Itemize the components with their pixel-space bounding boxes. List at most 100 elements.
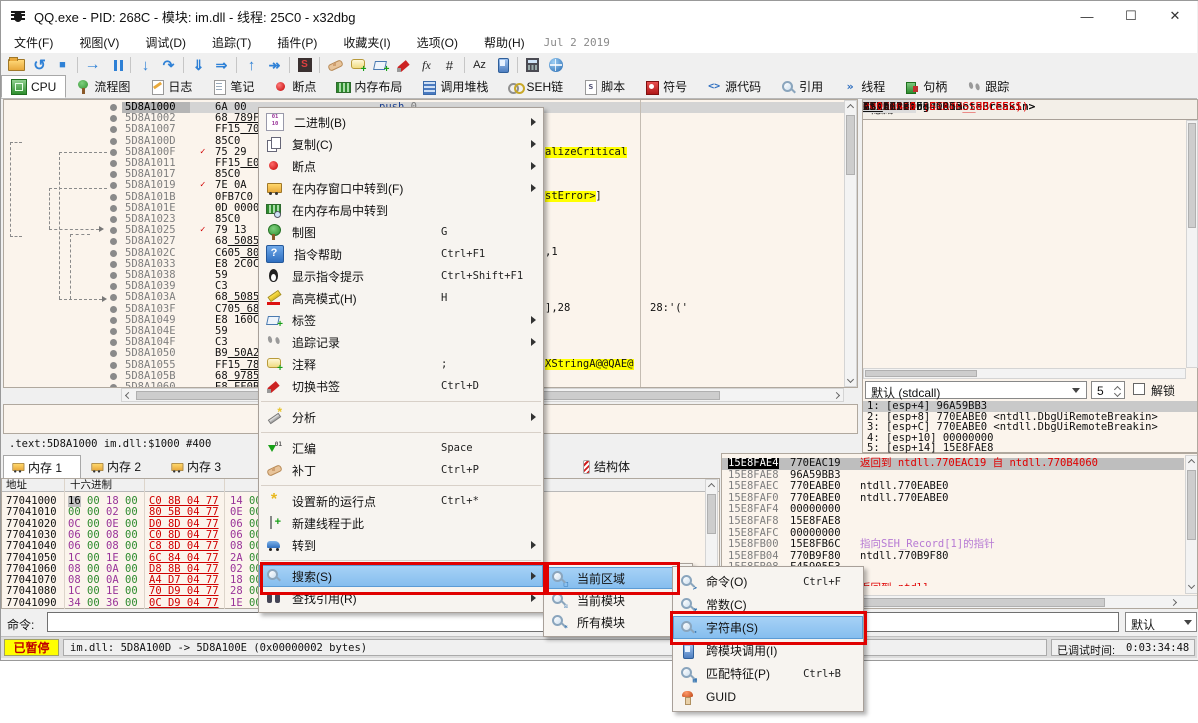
registers-panel[interactable]: 隐藏FPUEAX007C6000EBX00000000ECX770EABE0<n… (862, 99, 1198, 453)
disasm-address[interactable]: 5D8A103A (125, 292, 176, 303)
calculator-icon[interactable] (521, 55, 544, 75)
minimize-button[interactable]: — (1065, 2, 1109, 31)
breakpoint-dot[interactable] (110, 294, 117, 301)
breakpoint-dot[interactable] (110, 216, 117, 223)
breakpoint-dot[interactable] (110, 194, 117, 201)
disasm-address[interactable]: 5D8A1007 (125, 124, 176, 135)
tab-跟踪[interactable]: 跟踪 (957, 75, 1019, 98)
dump-byte[interactable]: 00 (68, 507, 81, 518)
menu-item-命令(O)[interactable]: >命令(O)Ctrl+F (673, 570, 863, 593)
dump-address[interactable]: 77041080 (6, 586, 57, 597)
scroll-thumb[interactable] (707, 494, 716, 534)
tab-调用堆栈[interactable]: 调用堆栈 (412, 75, 498, 98)
breakpoint-dot[interactable] (110, 238, 117, 245)
dump-tab-内存 3[interactable]: 内存 3 (163, 455, 241, 478)
globe-icon[interactable] (544, 55, 567, 75)
label-icon[interactable] (369, 55, 392, 75)
tab-脚本[interactable]: 脚本 (573, 75, 635, 98)
menubar-item[interactable]: 收藏夹(I) (330, 31, 403, 53)
stack-address[interactable]: 15E8FAF8 (728, 516, 779, 527)
stop-icon[interactable]: ■ (51, 55, 74, 75)
tab-流程图[interactable]: 流程图 (66, 75, 140, 98)
menu-item-高亮模式(H)[interactable]: 高亮模式(H)H (259, 287, 543, 309)
breakpoint-dot[interactable] (110, 149, 117, 156)
breakpoint-dot[interactable] (110, 261, 117, 268)
menu-item-跨模块调用(I)[interactable]: 跨模块调用(I) (673, 639, 863, 662)
spinner-down-icon[interactable] (1114, 390, 1121, 397)
breakpoint-dot[interactable] (110, 373, 117, 380)
scroll-right-icon[interactable] (833, 392, 840, 399)
breakpoint-dot[interactable] (110, 227, 117, 234)
menu-item-注释[interactable]: 注释; (259, 353, 543, 375)
scroll-up-icon[interactable] (847, 104, 854, 111)
dump-byte[interactable]: 34 (68, 598, 81, 609)
menu-item-当前区域[interactable]: □当前区域 (544, 567, 692, 589)
stack-value[interactable]: 96A59BB3 (790, 470, 841, 481)
az-icon[interactable]: Az (468, 55, 491, 75)
dump-pointer-bytes[interactable]: 80 5B 04 77 (149, 507, 219, 518)
stack-value[interactable]: 770EABE0 (790, 481, 841, 492)
menu-item-转到[interactable]: 转到 (259, 534, 543, 556)
menu-item-常数(C)[interactable]: #常数(C) (673, 593, 863, 616)
dump-pointer-bytes[interactable]: 0C D9 04 77 (149, 598, 219, 609)
registers-hscrollbar[interactable] (863, 368, 1186, 379)
unlock-checkbox[interactable] (1133, 383, 1145, 395)
stack-address[interactable]: 15E8FB04 (728, 551, 779, 562)
menubar-item[interactable]: 插件(P) (264, 31, 330, 53)
menu-item-新建线程于此[interactable]: 新建线程于此 (259, 512, 543, 534)
menubar-item[interactable]: 文件(F) (1, 31, 66, 53)
menu-item-匹配特征(P)[interactable]: ▦匹配特征(P)Ctrl+B (673, 662, 863, 685)
scroll-down-icon[interactable] (847, 376, 854, 383)
dump-byte[interactable]: 28 (230, 586, 243, 597)
menubar-item[interactable]: 视图(V) (66, 31, 132, 53)
menu-item-汇编[interactable]: 汇编Space (259, 437, 543, 459)
command-dropdown[interactable]: 默认 (1125, 612, 1197, 632)
stack-value[interactable]: 00000000 (790, 504, 841, 515)
run-to-user-code-icon[interactable]: ↠ (263, 55, 286, 75)
stack-address[interactable]: 15E8FAF4 (728, 504, 779, 515)
menu-item-分析[interactable]: 分析 (259, 406, 543, 428)
bookmark-icon[interactable] (392, 55, 415, 75)
dump-address[interactable]: 77041090 (6, 598, 57, 609)
menu-item-制图[interactable]: 制图G (259, 221, 543, 243)
menu-item-断点[interactable]: 断点 (259, 155, 543, 177)
breakpoint-dot[interactable] (110, 306, 117, 313)
comment-icon[interactable] (346, 55, 369, 75)
stack-value[interactable]: 15E8FAE8 (790, 516, 841, 527)
stack-value[interactable]: 00000000 (790, 528, 841, 539)
dump-tab-内存 2[interactable]: 内存 2 (83, 455, 161, 478)
dump-tab-内存 1[interactable]: 内存 1 (3, 455, 81, 478)
dump-byte[interactable]: 06 (68, 541, 81, 552)
dump-byte[interactable]: 00 (125, 507, 138, 518)
breakpoint-dot[interactable] (110, 272, 117, 279)
dump-byte[interactable]: 08 (106, 541, 119, 552)
stack-value[interactable]: 15E8FB6C (790, 539, 841, 550)
menu-item-当前模块[interactable]: ☒当前模块 (544, 589, 692, 611)
stack-address[interactable]: 15E8FAE4 (728, 458, 779, 469)
close-button[interactable]: ✕ (1153, 2, 1197, 31)
menu-item-所有模块[interactable]: *所有模块 (544, 611, 692, 633)
dump-byte[interactable]: 00 (87, 507, 100, 518)
breakpoint-dot[interactable] (110, 205, 117, 212)
menu-item-追踪记录[interactable]: 追踪记录 (259, 331, 543, 353)
menu-item-GUID[interactable]: GUID (673, 685, 863, 708)
fx-icon[interactable]: fx (415, 55, 438, 75)
tab-内存布局[interactable]: 内存布局 (326, 75, 412, 98)
stack-value[interactable]: 770EAC19 (790, 458, 841, 469)
breakpoint-dot[interactable] (110, 160, 117, 167)
remote-icon[interactable] (491, 55, 514, 75)
tab-句柄[interactable]: 句柄 (895, 75, 957, 98)
menu-item-指令帮助[interactable]: 指令帮助Ctrl+F1 (259, 243, 543, 265)
dump-byte[interactable]: 00 (125, 541, 138, 552)
breakpoint-dot[interactable] (110, 126, 117, 133)
maximize-button[interactable]: ☐ (1109, 2, 1153, 31)
tab-线程[interactable]: »线程 (833, 75, 895, 98)
disassembly-vscrollbar[interactable] (844, 100, 857, 387)
stack-value[interactable]: 770B9F80 (790, 551, 841, 562)
menu-item-查找引用(R)[interactable]: 查找引用(R) (259, 587, 543, 609)
dump-address[interactable]: 77041010 (6, 507, 57, 518)
menu-item-字符串(S)[interactable]: "字符串(S) (673, 616, 863, 639)
disasm-address[interactable]: 5D8A1050 (125, 348, 176, 359)
tab-引用[interactable]: 引用 (771, 75, 833, 98)
calling-convention-dropdown[interactable]: 默认 (stdcall) (865, 381, 1087, 399)
